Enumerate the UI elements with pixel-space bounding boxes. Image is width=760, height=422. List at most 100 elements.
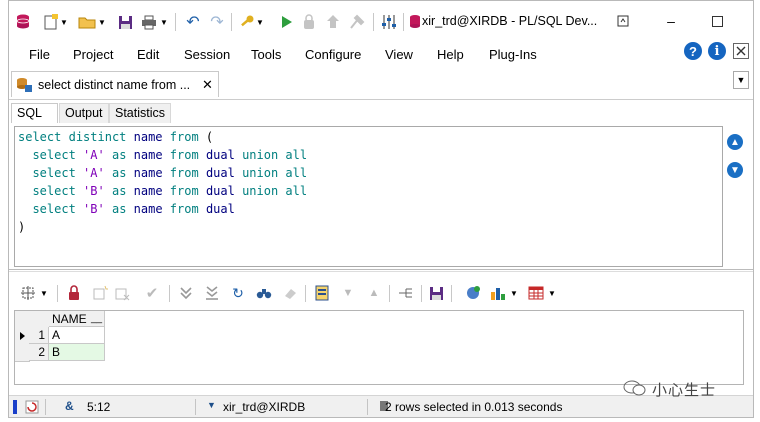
rollback-icon[interactable] bbox=[347, 12, 367, 32]
wechat-logo-icon bbox=[623, 379, 647, 397]
print-icon[interactable] bbox=[139, 12, 159, 32]
clear-filter-icon[interactable]: ▲ bbox=[365, 284, 383, 302]
redo-icon[interactable]: ↷ bbox=[207, 12, 227, 32]
delete-record-icon[interactable] bbox=[113, 284, 131, 302]
cursor-position: 5:12 bbox=[87, 400, 111, 414]
chevron-down-icon[interactable]: ▼ bbox=[255, 12, 265, 32]
next-page-icon[interactable] bbox=[177, 284, 195, 302]
chevron-down-icon[interactable]: ▼ bbox=[509, 284, 519, 302]
chevron-down-icon[interactable]: ▼ bbox=[39, 284, 49, 302]
watermark-text: 小心生士 bbox=[652, 382, 717, 399]
chevron-down-icon[interactable]: ▼ bbox=[547, 284, 557, 302]
title-bar: ▼ ▼ ▼ ↶ ↷ ▼ xir_trd@XIRDB - PL/SQL Dev..… bbox=[9, 1, 753, 41]
result-grid[interactable]: NAME __ 1 A 2 B bbox=[14, 310, 744, 385]
query-by-example-icon[interactable]: ▼ bbox=[339, 284, 357, 302]
link-query-icon[interactable] bbox=[397, 284, 415, 302]
grid-corner bbox=[15, 311, 30, 328]
info-icon[interactable]: i bbox=[708, 42, 726, 60]
undo-icon[interactable]: ↶ bbox=[183, 12, 203, 32]
connection-label[interactable]: xir_trd@XIRDB bbox=[223, 400, 305, 414]
sql-editor[interactable]: select distinct name from ( select 'A' a… bbox=[14, 126, 723, 267]
new-file-icon[interactable] bbox=[41, 12, 61, 32]
sql-window-icon bbox=[16, 76, 32, 95]
open-folder-icon[interactable] bbox=[77, 12, 97, 32]
next-arrow-icon[interactable]: ▼ bbox=[727, 162, 743, 178]
maximize-button[interactable] bbox=[707, 13, 727, 29]
tab-output[interactable]: Output bbox=[59, 103, 109, 123]
menu-configure[interactable]: Configure bbox=[305, 47, 361, 62]
insert-record-icon[interactable] bbox=[91, 284, 109, 302]
settings-sliders-icon[interactable] bbox=[379, 12, 399, 32]
single-record-view-icon[interactable] bbox=[313, 284, 331, 302]
break-icon[interactable] bbox=[299, 12, 319, 32]
ampersand-icon: & bbox=[65, 399, 74, 413]
select-grid-icon[interactable] bbox=[19, 284, 37, 302]
restore-ribbon-icon[interactable] bbox=[613, 13, 633, 29]
key-icon[interactable] bbox=[237, 12, 257, 32]
document-tabs: select distinct name from ... ✕ ▼ bbox=[9, 69, 753, 100]
table-export-icon[interactable] bbox=[527, 284, 545, 302]
status-doc-icon bbox=[25, 400, 39, 414]
tab-sql[interactable]: SQL bbox=[11, 103, 58, 123]
menu-view[interactable]: View bbox=[385, 47, 413, 62]
doc-tab-label: select distinct name from ... bbox=[38, 78, 191, 92]
close-document-icon[interactable] bbox=[733, 43, 749, 59]
code-line-1: select distinct name from ( bbox=[18, 130, 214, 144]
code-line-5: select 'B' as name from dual bbox=[32, 202, 235, 216]
chevron-down-icon[interactable]: ▼ bbox=[97, 12, 107, 32]
window-title: xir_trd@XIRDB - PL/SQL Dev... bbox=[422, 14, 598, 28]
row-number[interactable]: 2 bbox=[29, 344, 49, 361]
post-changes-icon[interactable]: ✔ bbox=[143, 284, 161, 302]
grid-rownum-header bbox=[29, 311, 50, 328]
lock-icon[interactable] bbox=[65, 284, 83, 302]
table-cell[interactable]: A bbox=[49, 327, 105, 344]
code-line-6: ) bbox=[18, 220, 26, 234]
database-app-icon[interactable] bbox=[13, 12, 33, 32]
chevron-down-icon[interactable]: ▼ bbox=[159, 12, 169, 32]
connection-dropdown-icon[interactable]: ▼ bbox=[207, 400, 216, 410]
column-header-name[interactable]: NAME __ bbox=[49, 311, 105, 327]
tab-statistics[interactable]: Statistics bbox=[109, 103, 172, 123]
menu-project[interactable]: Project bbox=[73, 47, 113, 62]
menu-file[interactable]: File bbox=[29, 47, 50, 62]
status-color-indicator bbox=[13, 400, 17, 414]
minimize-button[interactable]: – bbox=[661, 13, 681, 29]
current-row-indicator-icon bbox=[15, 327, 30, 345]
menu-plug-ins[interactable]: Plug-Ins bbox=[489, 47, 537, 62]
export-query-icon[interactable] bbox=[465, 284, 483, 302]
last-page-icon[interactable] bbox=[203, 284, 221, 302]
close-tab-icon[interactable]: ✕ bbox=[202, 77, 213, 93]
panel-splitter[interactable] bbox=[9, 269, 753, 272]
menu-bar: File Project Edit Session Tools Configur… bbox=[9, 43, 753, 67]
refresh-icon[interactable]: ↻ bbox=[229, 284, 247, 302]
column-menu-icon[interactable]: __ bbox=[91, 311, 102, 327]
doc-tab-sql-window[interactable]: select distinct name from ... ✕ bbox=[11, 71, 219, 97]
find-binoculars-icon[interactable] bbox=[255, 284, 273, 302]
menu-edit[interactable]: Edit bbox=[137, 47, 159, 62]
status-bar: & 5:12 ▼ xir_trd@XIRDB 2 rows selected i… bbox=[9, 395, 753, 417]
app-window: ▼ ▼ ▼ ↶ ↷ ▼ xir_trd@XIRDB - PL/SQL Dev..… bbox=[8, 0, 754, 418]
result-toolbar: ▼ ✔ ↻ ▼ ▲ ▼ ▼ bbox=[9, 280, 753, 306]
save-results-icon[interactable] bbox=[427, 284, 445, 302]
commit-icon[interactable] bbox=[323, 12, 343, 32]
column-header-label: NAME bbox=[52, 312, 87, 326]
previous-arrow-icon[interactable]: ▲ bbox=[727, 134, 743, 150]
status-message: 2 rows selected in 0.013 seconds bbox=[385, 400, 563, 414]
chevron-down-icon[interactable]: ▼ bbox=[59, 12, 69, 32]
help-icon[interactable]: ? bbox=[684, 42, 702, 60]
row-indicator bbox=[15, 344, 30, 362]
code-line-2: select 'A' as name from dual union all bbox=[32, 148, 308, 162]
clear-eraser-icon[interactable] bbox=[281, 284, 299, 302]
save-icon[interactable] bbox=[115, 12, 135, 32]
execute-icon[interactable] bbox=[277, 12, 297, 32]
menu-session[interactable]: Session bbox=[184, 47, 230, 62]
tab-list-dropdown[interactable]: ▼ bbox=[733, 71, 749, 89]
table-cell[interactable]: B bbox=[49, 344, 105, 361]
bar-chart-icon[interactable] bbox=[489, 284, 507, 302]
menu-help[interactable]: Help bbox=[437, 47, 464, 62]
code-line-4: select 'B' as name from dual union all bbox=[32, 184, 308, 198]
code-line-3: select 'A' as name from dual union all bbox=[32, 166, 308, 180]
menu-tools[interactable]: Tools bbox=[251, 47, 281, 62]
sql-subtabs: SQL Output Statistics bbox=[9, 101, 753, 123]
row-number[interactable]: 1 bbox=[29, 327, 49, 344]
